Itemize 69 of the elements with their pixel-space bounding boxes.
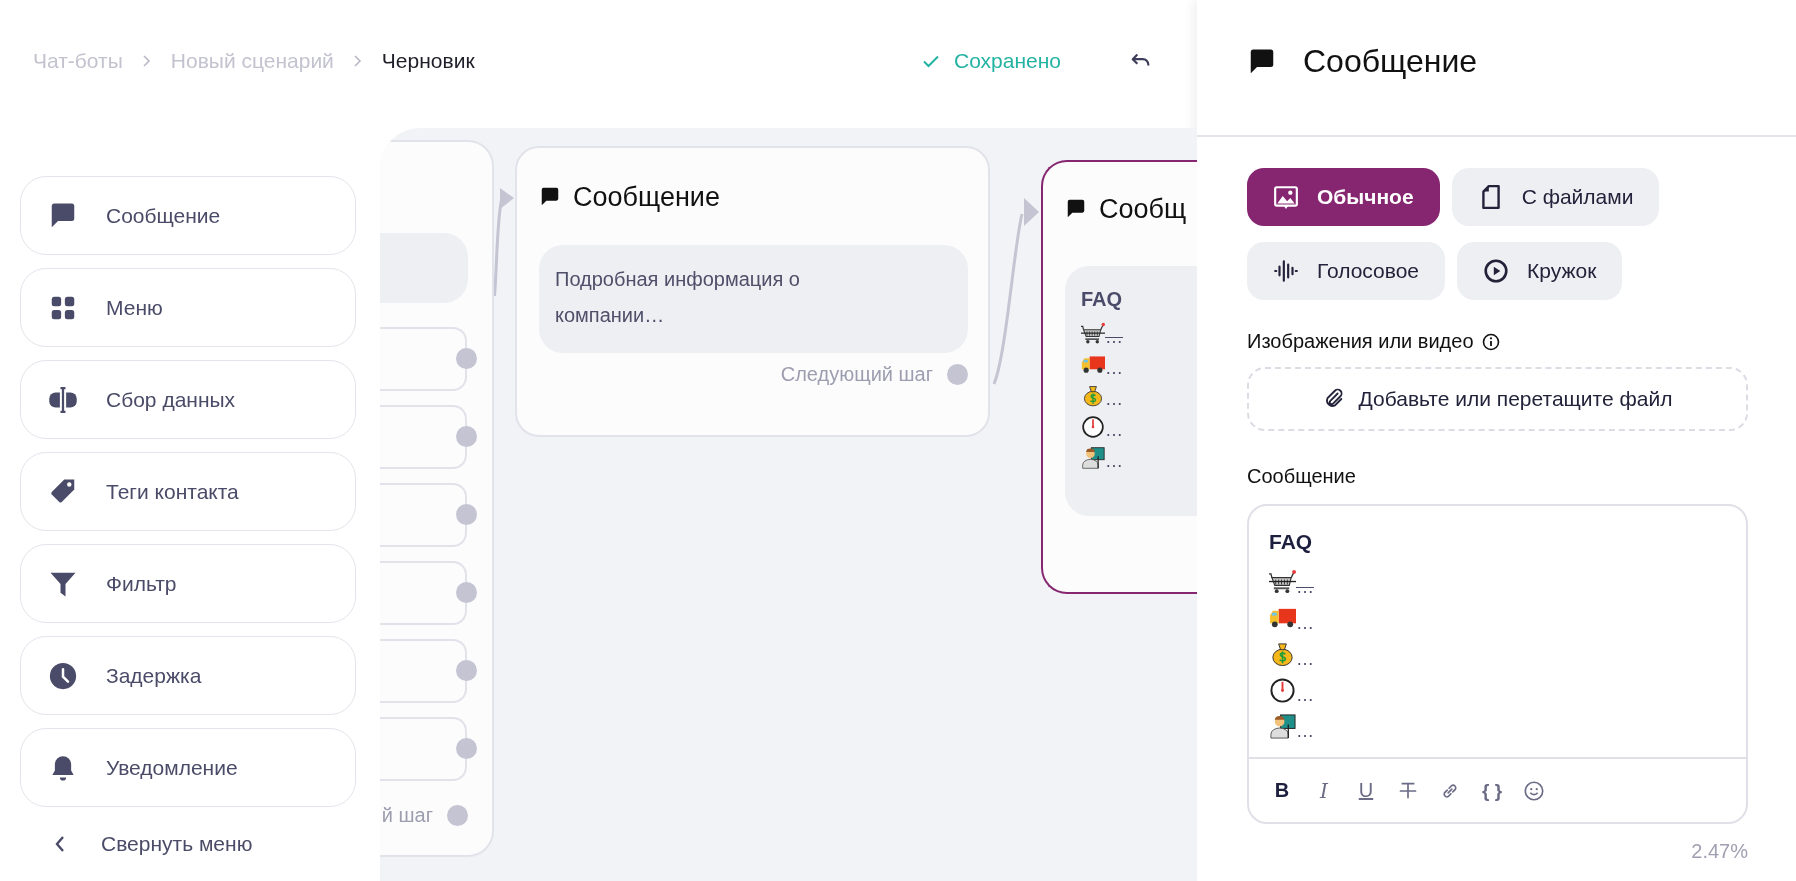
bold-button[interactable]: B bbox=[1267, 775, 1297, 806]
node-title: Сообщение bbox=[573, 181, 720, 213]
ellipsis-text: … bbox=[1296, 578, 1314, 596]
ellipsis-text: … bbox=[1296, 614, 1314, 632]
italic-button[interactable]: I bbox=[1309, 775, 1339, 806]
panel-title: Сообщение bbox=[1303, 43, 1478, 80]
stopwatch-icon bbox=[1269, 677, 1296, 704]
cart-icon bbox=[1269, 569, 1296, 596]
money-bag-icon bbox=[1269, 641, 1296, 668]
underline-button[interactable]: U bbox=[1351, 775, 1381, 806]
cart-icon bbox=[1081, 322, 1105, 346]
file-dropzone[interactable]: Добавьте или перетащите файл bbox=[1247, 367, 1748, 431]
collapse-menu-button[interactable]: Свернуть меню bbox=[20, 820, 253, 860]
message-heading: FAQ bbox=[1081, 288, 1124, 311]
ellipsis-text: … bbox=[1105, 359, 1123, 377]
stopwatch-icon bbox=[1081, 415, 1105, 439]
ellipsis-text: … bbox=[1105, 421, 1123, 439]
mode-tab[interactable]: Кружок bbox=[1457, 242, 1623, 300]
block-button[interactable]: Задержка bbox=[20, 636, 356, 715]
chevron-left-icon bbox=[53, 834, 67, 854]
chevron-right-icon bbox=[140, 53, 153, 69]
block-button[interactable]: Меню bbox=[20, 268, 356, 347]
mode-tab[interactable]: С файлами bbox=[1451, 168, 1660, 226]
person-board-icon bbox=[1269, 713, 1296, 740]
chevron-right-icon bbox=[351, 53, 364, 69]
node-card[interactable]: Сообщ FAQ … … … … … bbox=[1041, 160, 1197, 594]
block-button[interactable]: Сообщение bbox=[20, 176, 356, 255]
next-step-label: й шаг bbox=[381, 804, 433, 827]
block-button[interactable]: Фильтр bbox=[20, 544, 356, 623]
message-heading: FAQ bbox=[1269, 530, 1314, 554]
ellipsis-text: … bbox=[1105, 452, 1123, 470]
field-label: Изображения или видео bbox=[1247, 330, 1474, 353]
save-status: Сохранено bbox=[953, 49, 1061, 73]
text-cursor-icon bbox=[48, 384, 78, 415]
message-editor[interactable]: FAQ … … … … … B I U { } bbox=[1247, 504, 1748, 824]
info-icon bbox=[1481, 332, 1500, 351]
connection-port[interactable] bbox=[456, 348, 477, 369]
sound-wave-icon bbox=[1273, 258, 1299, 284]
money-bag-icon bbox=[1081, 384, 1105, 408]
ellipsis-text: … bbox=[1105, 390, 1123, 408]
breadcrumb-link[interactable]: Черновик bbox=[381, 49, 475, 73]
connection-port[interactable] bbox=[456, 738, 477, 759]
node-card[interactable]: Сообщение Подробная информация о компании… Следующий шаг bbox=[515, 146, 990, 437]
usage-percent: 2.47% bbox=[1691, 840, 1748, 863]
message-text: Подробная информация о компании… bbox=[555, 267, 801, 328]
connection-port[interactable] bbox=[456, 660, 477, 681]
image-icon bbox=[1273, 184, 1299, 210]
block-button[interactable]: Сбор данных bbox=[20, 360, 356, 439]
ellipsis-text: … bbox=[1296, 722, 1314, 740]
ellipsis-text: … bbox=[1105, 328, 1123, 346]
block-button[interactable]: Уведомление bbox=[20, 728, 356, 807]
person-board-icon bbox=[1081, 446, 1105, 470]
block-button[interactable]: Теги контакта bbox=[20, 452, 356, 531]
mode-tab[interactable]: Обычное bbox=[1247, 168, 1440, 226]
connection-port[interactable] bbox=[947, 364, 968, 385]
ellipsis-text: … bbox=[1296, 650, 1314, 668]
connection-port[interactable] bbox=[456, 504, 477, 525]
mode-tab[interactable]: Голосовое bbox=[1247, 242, 1446, 300]
connection-port[interactable] bbox=[456, 582, 477, 603]
connection-port[interactable] bbox=[447, 805, 468, 826]
field-label: Сообщение bbox=[1247, 465, 1357, 488]
clock-icon bbox=[48, 660, 78, 691]
next-step-label: Следующий шаг bbox=[780, 363, 933, 386]
smiley-icon bbox=[1523, 779, 1545, 802]
variable-button[interactable]: { } bbox=[1477, 775, 1507, 806]
ellipsis-text: … bbox=[1296, 686, 1314, 704]
node-title: Сообщ bbox=[1099, 193, 1187, 225]
connection-port[interactable] bbox=[456, 426, 477, 447]
play-circle-icon bbox=[1483, 258, 1510, 284]
